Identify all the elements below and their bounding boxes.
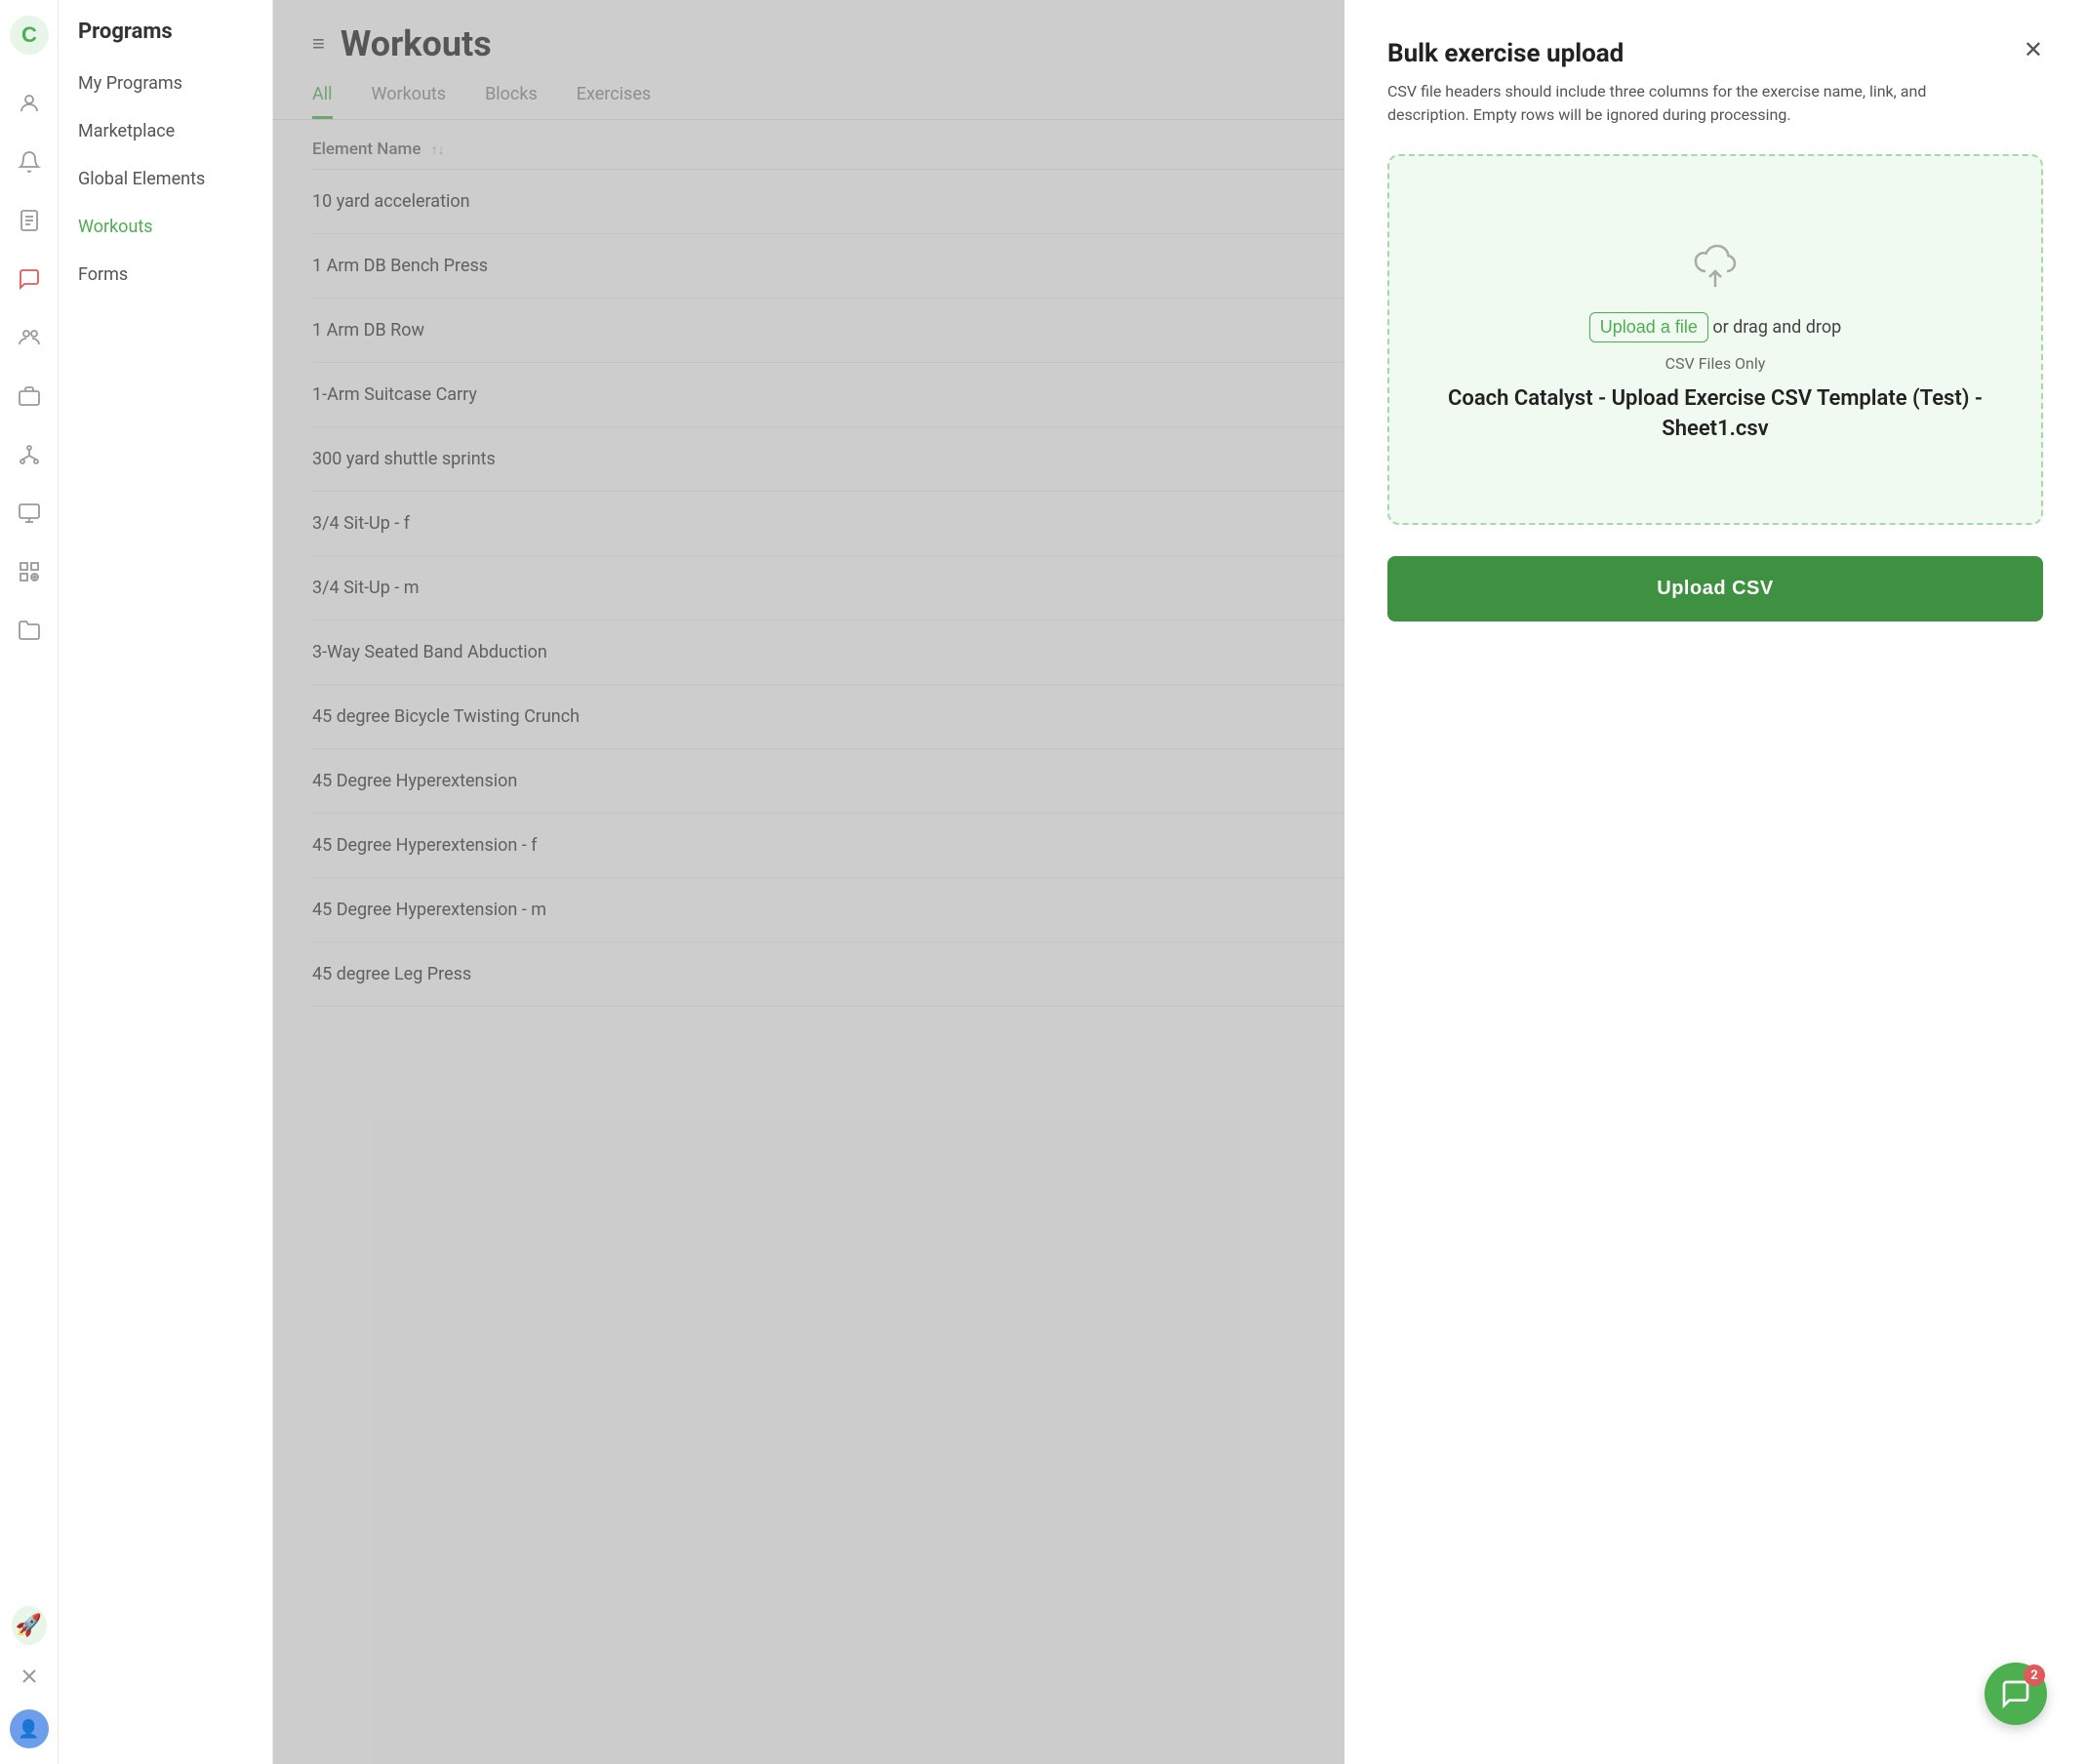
bulk-upload-modal: Bulk exercise upload ✕ CSV file headers … xyxy=(1344,0,2086,1764)
uploaded-file-name: Coach Catalyst - Upload Exercise CSV Tem… xyxy=(1428,384,2002,445)
chat-badge: 2 xyxy=(2024,1664,2045,1686)
nav-sidebar: Programs My Programs Marketplace Global … xyxy=(59,0,273,1764)
app-logo[interactable]: C xyxy=(10,16,49,55)
upload-or-text: or drag and drop xyxy=(1712,317,1841,338)
sidebar-item-forms[interactable]: Forms xyxy=(59,251,272,299)
bell-icon[interactable] xyxy=(12,144,47,180)
modal-close-button[interactable]: ✕ xyxy=(2024,39,2043,62)
chat-icon[interactable] xyxy=(12,261,47,297)
hierarchy-icon[interactable] xyxy=(12,437,47,472)
sidebar-item-marketplace[interactable]: Marketplace xyxy=(59,107,272,155)
user-avatar[interactable]: 👤 xyxy=(10,1709,49,1748)
apps-icon[interactable] xyxy=(12,554,47,589)
sidebar-item-my-programs[interactable]: My Programs xyxy=(59,60,272,107)
chat-bubble[interactable]: 2 xyxy=(1985,1663,2047,1725)
sidebar-item-workouts[interactable]: Workouts xyxy=(59,203,272,251)
people-icon[interactable] xyxy=(12,320,47,355)
sidebar-item-global-elements[interactable]: Global Elements xyxy=(59,155,272,203)
folder-icon[interactable] xyxy=(12,613,47,648)
section-title: Programs xyxy=(59,20,272,60)
modal-subtitle: CSV file headers should include three co… xyxy=(1387,80,1953,127)
main-content: ≡ Workouts All Workouts Blocks Exercises… xyxy=(273,0,2086,1764)
upload-cloud-icon xyxy=(1686,234,1745,293)
close-icon[interactable] xyxy=(12,1659,47,1694)
user-icon[interactable] xyxy=(12,86,47,121)
csv-only-label: CSV Files Only xyxy=(1665,354,1766,373)
modal-title: Bulk exercise upload xyxy=(1387,39,1624,68)
icon-sidebar: C 🚀 👤 xyxy=(0,0,59,1764)
monitor-icon[interactable] xyxy=(12,496,47,531)
upload-dropzone[interactable]: Upload a file or drag and drop CSV Files… xyxy=(1387,154,2043,525)
upload-prompt: Upload a file or drag and drop xyxy=(1589,312,1841,342)
modal-header: Bulk exercise upload ✕ xyxy=(1387,39,2043,68)
svg-text:C: C xyxy=(21,22,37,47)
document-icon[interactable] xyxy=(12,203,47,238)
upload-csv-button[interactable]: Upload CSV xyxy=(1387,556,2043,621)
rocket-icon[interactable]: 🚀 xyxy=(12,1608,47,1643)
upload-file-button[interactable]: Upload a file xyxy=(1589,312,1708,342)
briefcase-icon[interactable] xyxy=(12,379,47,414)
